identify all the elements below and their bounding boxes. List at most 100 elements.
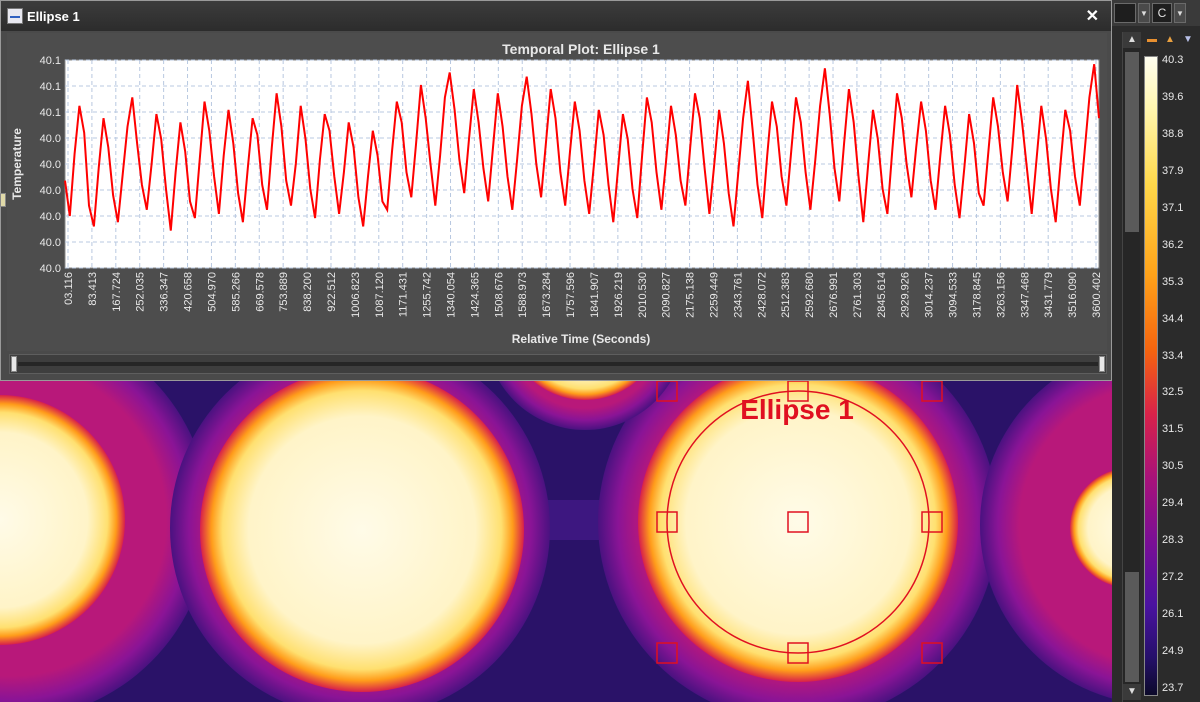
colorbar-label: 28.3 (1162, 534, 1184, 547)
x-tick-label: 2929.926 (900, 272, 912, 318)
temporal-plot-window: Ellipse 1 ✕ Temporal Plot: Ellipse 1 40.… (0, 0, 1112, 381)
colorbar-label: 24.9 (1162, 645, 1184, 658)
colorbar-label: 31.5 (1162, 423, 1184, 436)
x-tick-label: 3178.845 (971, 272, 983, 318)
y-axis-label: Temperature (10, 128, 24, 200)
y-tick-label: 40.0 (40, 185, 61, 197)
x-tick-label: 753.889 (278, 272, 290, 312)
chart-app-icon (7, 8, 23, 24)
temperature-colorbar (1144, 56, 1158, 696)
chart-title: Temporal Plot: Ellipse 1 (502, 41, 660, 57)
x-tick-label: 2259.449 (708, 272, 720, 318)
colorbar-tools: ▬ ▲ ▼ (1146, 34, 1194, 46)
x-tick-label: 1340.054 (446, 272, 458, 318)
colorbar-label: 29.4 (1162, 497, 1184, 510)
colorbar-label: 26.1 (1162, 608, 1184, 621)
x-tick-label: 1424.365 (469, 272, 481, 318)
colorbar-label: 23.7 (1162, 682, 1184, 694)
x-tick-label: 1255.742 (422, 272, 434, 318)
range-icon[interactable]: ▲ (1164, 34, 1176, 46)
colorbar-label: 32.5 (1162, 386, 1184, 399)
palette-icon[interactable]: ▬ (1146, 34, 1158, 46)
toolbar-field[interactable] (1114, 3, 1136, 23)
colorbar-label: 40.3 (1162, 54, 1184, 66)
x-tick-label: 03.116 (63, 272, 75, 305)
x-tick-label: 504.970 (206, 272, 218, 312)
vertical-scrollbar[interactable]: ▲ ▼ (1122, 32, 1141, 702)
colorbar-label: 35.3 (1162, 275, 1184, 288)
colorbar-label: 34.4 (1162, 312, 1184, 325)
x-tick-label: 1006.823 (350, 272, 362, 318)
x-tick-label: 669.578 (254, 272, 266, 312)
x-tick-label: 2010.530 (637, 272, 649, 318)
x-axis-ticks: 03.116 83.413 167.724 252.035 336.347 420.658… (63, 272, 1103, 318)
top-toolbar: ▼ C ▼ (1112, 0, 1200, 26)
x-tick-label: 3431.779 (1043, 272, 1055, 318)
x-tick-label: 3094.533 (948, 272, 960, 318)
x-tick-label: 1841.907 (589, 272, 601, 318)
x-tick-label: 838.200 (302, 272, 314, 312)
x-tick-label: 3347.468 (1019, 272, 1031, 318)
colorbar-label: 37.9 (1162, 164, 1184, 177)
colorbar-label: 39.6 (1162, 90, 1184, 103)
close-icon[interactable]: ✕ (1086, 6, 1099, 26)
x-tick-label: 1508.676 (493, 272, 505, 318)
temporal-plot: Temporal Plot: Ellipse 1 40.140.140.140.… (10, 41, 1103, 346)
roi-label: Ellipse 1 (740, 394, 854, 425)
x-tick-label: 1588.973 (517, 272, 529, 318)
toolbar-select[interactable]: C (1152, 3, 1172, 23)
x-tick-label: 3600.402 (1091, 272, 1103, 318)
slider-start-handle[interactable] (11, 356, 17, 372)
x-tick-label: 336.347 (159, 272, 171, 312)
colorbar-label: 38.8 (1162, 127, 1184, 140)
x-tick-label: 1757.596 (565, 272, 577, 318)
y-tick-label: 40.0 (40, 133, 61, 145)
scroll-thumb[interactable] (1125, 52, 1139, 232)
x-tick-label: 2343.761 (732, 272, 744, 318)
x-tick-label: 1171.431 (398, 272, 410, 317)
y-tick-label: 40.1 (40, 107, 61, 119)
colorbar-label: 33.4 (1162, 349, 1184, 362)
colorbar-label: 37.1 (1162, 201, 1184, 214)
time-range-slider[interactable] (9, 354, 1107, 374)
x-tick-label: 1673.284 (541, 272, 553, 318)
slider-track (18, 362, 1098, 366)
window-title: Ellipse 1 (27, 8, 80, 24)
x-tick-label: 167.724 (111, 272, 123, 312)
y-axis-ticks: 40.1 40.1 40.1 40.0 40.0 40.0 40.0 40.0 40.0 (40, 55, 61, 275)
x-tick-label: 2512.383 (780, 272, 792, 318)
x-tick-label: 2175.138 (685, 272, 697, 318)
x-tick-label: 2592.680 (804, 272, 816, 318)
x-tick-label: 3263.156 (995, 272, 1007, 318)
dropdown-arrow-icon[interactable]: ▼ (1138, 3, 1150, 23)
slider-end-handle[interactable] (1099, 356, 1105, 372)
dropdown-arrow-icon[interactable]: ▼ (1174, 3, 1186, 23)
hot-disk-center-left (200, 368, 524, 692)
scroll-down-icon[interactable]: ▼ (1123, 684, 1141, 700)
x-axis-label: Relative Time (Seconds) (512, 332, 651, 346)
x-tick-label: 3516.090 (1067, 272, 1079, 318)
scroll-thumb-lower[interactable] (1125, 572, 1139, 682)
x-tick-label: 1926.219 (613, 272, 625, 318)
x-tick-label: 420.658 (183, 272, 195, 312)
y-tick-label: 40.0 (40, 263, 61, 275)
x-tick-label: 252.035 (135, 272, 147, 312)
y-tick-label: 40.0 (40, 237, 61, 249)
side-tab-handle[interactable] (0, 193, 6, 207)
window-titlebar[interactable]: Ellipse 1 ✕ (1, 1, 1111, 31)
x-tick-label: 585.266 (230, 272, 242, 312)
x-tick-label: 83.413 (87, 272, 99, 306)
filter-icon[interactable]: ▼ (1182, 34, 1194, 46)
y-tick-label: 40.0 (40, 159, 61, 171)
plot-area: Temporal Plot: Ellipse 1 40.1 40.1 40.1 40.… (7, 33, 1107, 351)
y-tick-label: 40.1 (40, 55, 61, 67)
x-tick-label: 2845.614 (876, 272, 888, 318)
colorbar-label: 36.2 (1162, 238, 1184, 251)
colorbar-label: 30.5 (1162, 460, 1184, 473)
x-tick-label: 3014.237 (924, 272, 936, 318)
x-tick-label: 922.512 (326, 272, 338, 312)
x-tick-label: 1087.120 (374, 272, 386, 318)
scroll-up-icon[interactable]: ▲ (1123, 32, 1141, 48)
x-tick-label: 2676.991 (828, 272, 840, 318)
x-tick-label: 2761.303 (852, 272, 864, 318)
